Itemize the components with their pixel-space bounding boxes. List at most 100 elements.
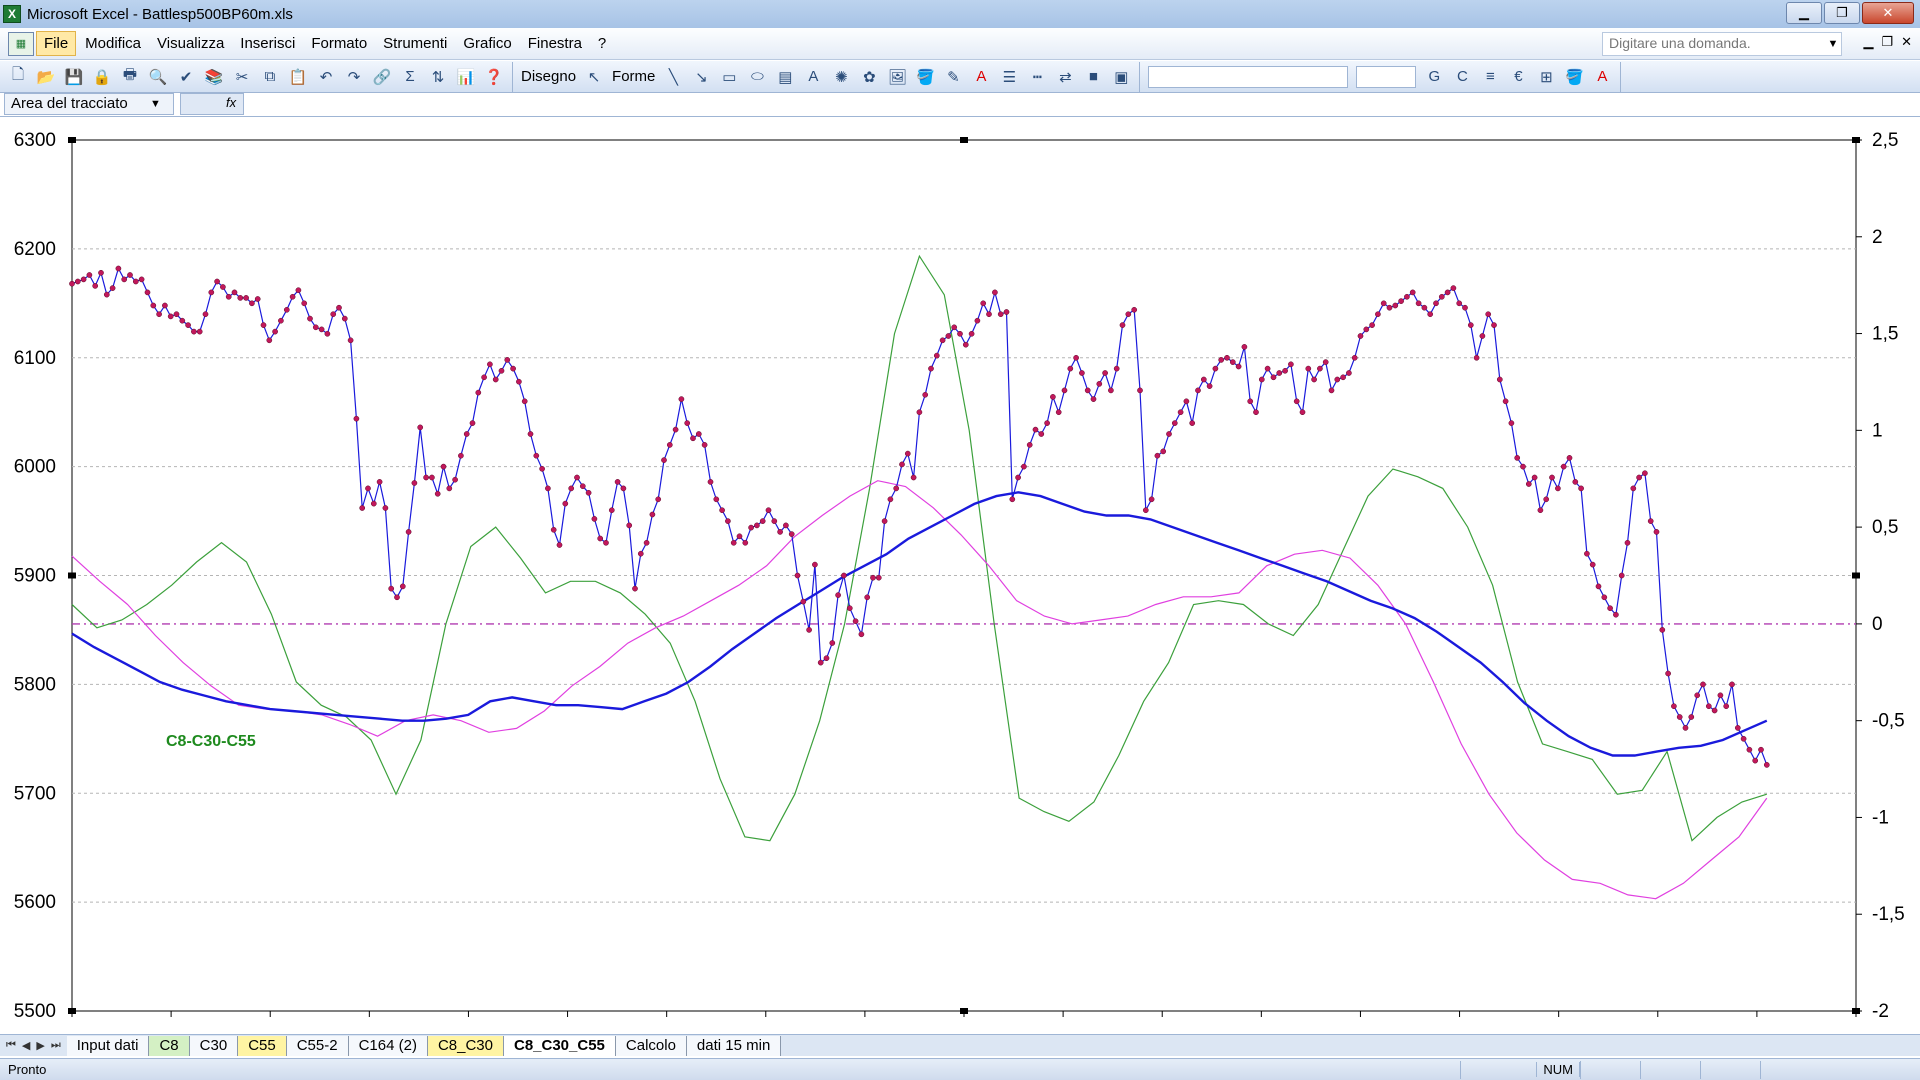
sheet-tab[interactable]: C55 [238, 1035, 287, 1056]
data-point[interactable] [121, 276, 128, 283]
data-point[interactable] [951, 324, 958, 331]
data-point[interactable] [1473, 354, 1480, 361]
data-point[interactable] [1224, 354, 1230, 361]
data-point[interactable] [1404, 293, 1410, 300]
sheet-tab[interactable]: C164 (2) [348, 1035, 428, 1056]
data-point[interactable] [527, 431, 534, 437]
data-point[interactable] [1322, 359, 1329, 365]
data-point[interactable] [173, 311, 180, 318]
data-point[interactable] [1142, 507, 1149, 514]
data-point[interactable] [115, 265, 122, 272]
data-point[interactable] [1705, 703, 1712, 710]
selection-handle[interactable] [960, 137, 968, 143]
data-point[interactable] [1491, 322, 1497, 328]
data-point[interactable] [1584, 550, 1590, 557]
data-point[interactable] [1021, 463, 1027, 470]
help-icon[interactable]: ❓ [482, 65, 506, 89]
data-point[interactable] [1270, 374, 1277, 381]
cut-icon[interactable]: ✂ [230, 65, 254, 89]
data-point[interactable] [1032, 426, 1039, 433]
selection-handle[interactable] [1852, 137, 1860, 143]
data-point[interactable] [365, 485, 371, 492]
data-point[interactable] [1746, 746, 1753, 753]
excel-icon[interactable]: X [3, 5, 21, 23]
data-point[interactable] [777, 529, 783, 535]
data-point[interactable] [736, 533, 743, 540]
data-point[interactable] [1636, 474, 1642, 481]
data-point[interactable] [1763, 762, 1770, 768]
font-size-select[interactable] [1356, 65, 1417, 88]
data-point[interactable] [237, 295, 244, 301]
data-point[interactable] [74, 278, 81, 285]
sheet-tab[interactable]: Input dati [66, 1035, 150, 1056]
data-point[interactable] [196, 328, 203, 335]
data-point[interactable] [254, 296, 261, 302]
data-point[interactable] [806, 627, 812, 633]
data-point[interactable] [1206, 383, 1213, 389]
data-point[interactable] [754, 522, 760, 529]
data-point[interactable] [353, 415, 360, 422]
data-point[interactable] [701, 442, 708, 448]
data-point[interactable] [562, 500, 569, 507]
data-point[interactable] [933, 352, 940, 359]
menu-strumenti[interactable]: Strumenti [376, 32, 454, 55]
data-point[interactable] [730, 539, 737, 546]
data-point[interactable] [429, 474, 435, 481]
data-point[interactable] [1618, 572, 1625, 579]
3d-icon[interactable]: ▣ [1109, 65, 1133, 89]
print-icon[interactable]: 🖶 [118, 65, 142, 89]
data-point[interactable] [138, 276, 145, 283]
data-point[interactable] [957, 330, 963, 337]
data-point[interactable] [980, 300, 987, 307]
data-point[interactable] [719, 507, 725, 514]
data-point[interactable] [1502, 398, 1509, 405]
data-point[interactable] [1276, 370, 1283, 376]
data-point[interactable] [376, 479, 383, 485]
data-point[interactable] [103, 291, 110, 298]
data-point[interactable] [220, 284, 226, 290]
print-preview-icon[interactable]: 🔍 [146, 65, 170, 89]
font-color-icon[interactable]: A [969, 65, 993, 89]
series-line-3[interactable] [71, 254, 1767, 842]
data-point[interactable] [852, 618, 859, 625]
research-icon[interactable]: 📚 [202, 65, 226, 89]
data-point[interactable] [585, 489, 592, 496]
wordart-icon[interactable]: A [801, 65, 825, 89]
sheet-tab[interactable]: dati 15 min [686, 1035, 782, 1056]
prev-sheet-icon[interactable]: ◀ [22, 1039, 30, 1052]
data-point[interactable] [945, 333, 952, 339]
data-point[interactable] [690, 435, 696, 442]
name-box[interactable]: Area del tracciato [4, 93, 174, 115]
selection-handle[interactable] [68, 572, 76, 579]
bold-button[interactable]: G [1422, 65, 1446, 89]
data-point[interactable] [1456, 300, 1463, 307]
data-point[interactable] [1647, 518, 1654, 524]
data-point[interactable] [1282, 367, 1288, 374]
data-point[interactable] [962, 341, 969, 348]
data-point[interactable] [1148, 496, 1155, 503]
data-point[interactable] [132, 278, 139, 285]
data-point[interactable] [1096, 381, 1103, 387]
data-point[interactable] [1433, 300, 1439, 307]
menu-formato[interactable]: Formato [304, 32, 374, 55]
borders-icon[interactable]: ⊞ [1534, 65, 1558, 89]
data-point[interactable] [1386, 304, 1393, 311]
data-point[interactable] [707, 479, 714, 485]
data-point[interactable] [1734, 725, 1741, 731]
data-point[interactable] [1560, 463, 1567, 470]
data-point[interactable] [458, 452, 464, 459]
data-point[interactable] [150, 302, 157, 309]
permission-icon[interactable]: 🔒 [90, 65, 114, 89]
data-point[interactable] [1758, 746, 1764, 753]
data-point[interactable] [1729, 681, 1735, 688]
data-point[interactable] [1688, 714, 1695, 720]
data-point[interactable] [771, 518, 778, 524]
data-point[interactable] [487, 361, 493, 368]
data-point[interactable] [98, 269, 104, 276]
data-point[interactable] [759, 518, 766, 524]
data-point[interactable] [214, 278, 220, 285]
align-icon[interactable]: ≡ [1478, 65, 1502, 89]
data-point[interactable] [1026, 442, 1033, 448]
data-point[interactable] [591, 516, 598, 522]
data-point[interactable] [748, 524, 754, 531]
